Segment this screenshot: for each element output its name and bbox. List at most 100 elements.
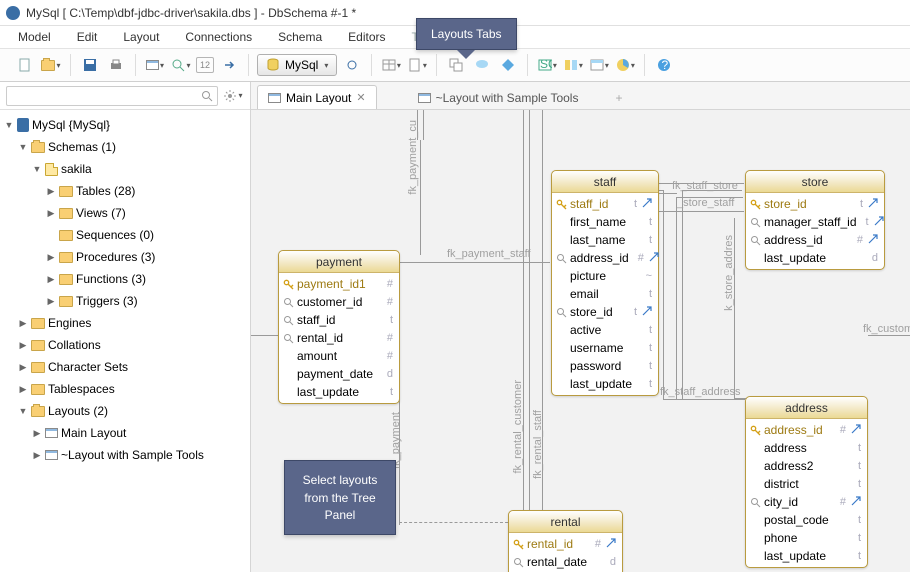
entity-rental[interactable]: rentalrental_id#rental_datedinventory_id… — [508, 510, 623, 572]
blank-icon — [750, 253, 761, 264]
searchbar: ▾ — [0, 82, 250, 110]
entity-header[interactable]: rental — [509, 511, 622, 533]
tree-procedures[interactable]: ▶Procedures (3) — [0, 246, 250, 268]
column-row[interactable]: activet — [552, 321, 658, 339]
tree-schemas[interactable]: ▼Schemas (1) — [0, 136, 250, 158]
menu-layout[interactable]: Layout — [123, 30, 159, 44]
tree-root[interactable]: ▼MySql {MySql} — [0, 114, 250, 136]
entity-store[interactable]: store store_idtmanager_staff_idtaddress_i… — [745, 170, 885, 270]
entity-header[interactable]: payment — [279, 251, 399, 273]
column-row[interactable]: staff_idt — [279, 311, 399, 329]
column-row[interactable]: address_id# — [746, 231, 884, 249]
tree-triggers[interactable]: ▶Triggers (3) — [0, 290, 250, 312]
column-row[interactable]: store_idt — [552, 303, 658, 321]
entity-header[interactable]: store — [746, 171, 884, 193]
tree-functions[interactable]: ▶Functions (3) — [0, 268, 250, 290]
save-button[interactable] — [79, 54, 101, 76]
layout-button[interactable]: ▾ — [144, 54, 166, 76]
tab-add[interactable]: + — [604, 85, 633, 109]
column-row[interactable]: rental_dated — [509, 553, 622, 571]
settings-icon[interactable]: ▾ — [222, 85, 244, 107]
menu-connections[interactable]: Connections — [185, 30, 252, 44]
help-button[interactable]: ? — [653, 54, 675, 76]
column-row[interactable]: staff_idt — [552, 195, 658, 213]
menu-schema[interactable]: Schema — [278, 30, 322, 44]
expand-button[interactable] — [218, 54, 240, 76]
tree-views[interactable]: ▶Views (7) — [0, 202, 250, 224]
zoom-button[interactable]: ▾ — [170, 54, 192, 76]
column-row[interactable]: districtt — [746, 475, 867, 493]
close-icon[interactable]: ✕ — [356, 91, 365, 104]
column-name: payment_id1 — [297, 277, 366, 291]
db-engine-button[interactable]: MySql ▾ — [257, 54, 337, 76]
diamond-button[interactable] — [497, 54, 519, 76]
menu-editors[interactable]: Editors — [348, 30, 385, 44]
callout-tabs: Layouts Tabs — [416, 18, 517, 50]
column-row[interactable]: passwordt — [552, 357, 658, 375]
tree-collations[interactable]: ▶Collations — [0, 334, 250, 356]
column-row[interactable]: first_namet — [552, 213, 658, 231]
tree-sequences[interactable]: ▶Sequences (0) — [0, 224, 250, 246]
column-row[interactable]: amount# — [279, 347, 399, 365]
fk-ref-icon — [851, 423, 861, 437]
column-row[interactable]: store_idt — [746, 195, 884, 213]
column-row[interactable]: emailt — [552, 285, 658, 303]
entity-payment[interactable]: payment payment_id1 # customer_id#staff_idt… — [278, 250, 400, 404]
column-row[interactable]: last_updatet — [746, 547, 867, 565]
entity-header[interactable]: address — [746, 397, 867, 419]
column-row[interactable]: manager_staff_idt — [746, 213, 884, 231]
column-name: customer_id — [297, 295, 362, 309]
column-row[interactable]: address_id# — [552, 249, 658, 267]
open-button[interactable]: ▾ — [40, 54, 62, 76]
entity-header[interactable]: staff — [552, 171, 658, 193]
column-row[interactable]: last_updatet — [279, 383, 399, 401]
column-row[interactable]: city_id# — [746, 493, 867, 511]
tree-tablespaces[interactable]: ▶Tablespaces — [0, 378, 250, 400]
chart-button[interactable]: ▾ — [614, 54, 636, 76]
column-row[interactable]: payment_id1 # — [279, 275, 399, 293]
print-button[interactable] — [105, 54, 127, 76]
column-row[interactable]: rental_id# — [279, 329, 399, 347]
tree-layout-sample[interactable]: ▶~Layout with Sample Tools — [0, 444, 250, 466]
tree-layouts[interactable]: ▼Layouts (2) — [0, 400, 250, 422]
sql-button[interactable]: SQL▾ — [536, 54, 558, 76]
tree-tables[interactable]: ▶Tables (28) — [0, 180, 250, 202]
tab-sample-tools[interactable]: ~Layout with Sample Tools — [407, 85, 590, 109]
menu-edit[interactable]: Edit — [77, 30, 98, 44]
blank-icon — [556, 379, 567, 390]
tree-charsets[interactable]: ▶Character Sets — [0, 356, 250, 378]
column-row[interactable]: last_namet — [552, 231, 658, 249]
column-row[interactable]: address2t — [746, 457, 867, 475]
column-row[interactable]: postal_codet — [746, 511, 867, 529]
entity-staff[interactable]: staff staff_idtfirst_nametlast_nametaddre… — [551, 170, 659, 396]
column-row[interactable]: address_id# — [746, 421, 867, 439]
column-row[interactable]: last_updated — [746, 249, 884, 267]
column-row[interactable]: customer_id# — [279, 293, 399, 311]
data-button[interactable]: ▾ — [588, 54, 610, 76]
sync-button[interactable] — [341, 54, 363, 76]
tree-layout-main[interactable]: ▶Main Layout — [0, 422, 250, 444]
column-name: amount — [297, 349, 337, 363]
search-input[interactable] — [6, 86, 218, 106]
table-button[interactable]: ▾ — [380, 54, 402, 76]
column-row[interactable]: addresst — [746, 439, 867, 457]
entity-address[interactable]: address address_id#addresstaddress2tdistr… — [745, 396, 868, 568]
column-row[interactable]: payment_dated — [279, 365, 399, 383]
grid-button[interactable]: 12 — [196, 57, 214, 73]
doc-button[interactable]: ▾ — [406, 54, 428, 76]
tree-schema-sakila[interactable]: ▼sakila — [0, 158, 250, 180]
column-row[interactable]: rental_id# — [509, 535, 622, 553]
new-button[interactable] — [14, 54, 36, 76]
column-type: # — [381, 278, 393, 290]
column-row[interactable]: usernamet — [552, 339, 658, 357]
menu-model[interactable]: Model — [18, 30, 51, 44]
column-type: # — [834, 424, 846, 436]
fk-ref-icon — [606, 537, 616, 551]
tab-main-layout[interactable]: Main Layout ✕ — [257, 85, 377, 109]
tree-engines[interactable]: ▶Engines — [0, 312, 250, 334]
column-row[interactable]: picture~ — [552, 267, 658, 285]
column-row[interactable]: last_updatet — [552, 375, 658, 393]
blank-icon — [750, 443, 761, 454]
column-row[interactable]: phonet — [746, 529, 867, 547]
compare-button[interactable]: ▾ — [562, 54, 584, 76]
